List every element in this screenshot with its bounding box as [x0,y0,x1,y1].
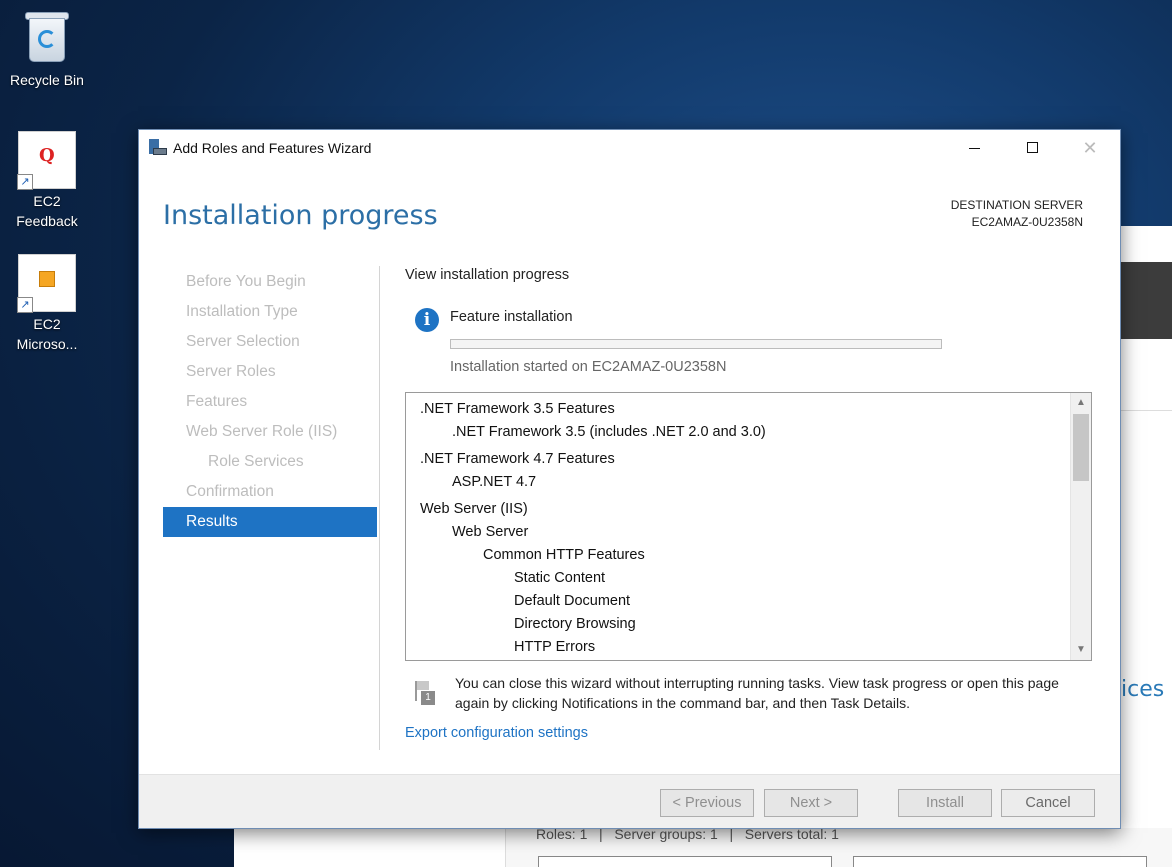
installation-progress-bar [450,339,942,349]
feature-list-item: Web Server (IIS) [420,501,528,517]
nav-item-features: Features [186,393,248,410]
close-button[interactable]: ✕ [1061,130,1119,167]
section-subtitle: View installation progress [405,267,570,283]
info-icon: i [415,308,439,332]
nav-item-installation-type: Installation Type [186,303,298,320]
server-manager-icon [149,139,167,157]
feature-list-item: .NET Framework 3.5 (includes .NET 2.0 an… [452,424,766,440]
feature-list-item: .NET Framework 4.7 Features [420,451,615,467]
cancel-button[interactable]: Cancel [1001,789,1095,817]
feature-list-item: .NET Framework 3.5 Features [420,401,615,417]
feature-list-item: Common HTTP Features [483,547,645,563]
desktop-icon-label: EC2 Microso... [16,316,78,352]
nav-item-results[interactable]: Results [163,507,377,537]
minimize-icon [968,148,980,150]
window-title: Add Roles and Features Wizard [173,140,372,156]
desktop-icon-label: EC2 Feedback [16,193,78,229]
shortcut-arrow-icon: ↗ [17,297,33,313]
maximize-button[interactable] [1003,130,1061,167]
notification-flag-icon: 1 [409,679,437,707]
nav-item-web-server-role: Web Server Role (IIS) [186,423,338,440]
desktop-icon-recycle-bin[interactable]: Recycle Bin [2,8,92,90]
previous-button[interactable]: < Previous [660,789,754,817]
nav-item-before-you-begin: Before You Begin [186,273,306,290]
features-list-scrollbar[interactable]: ▲ ▼ [1070,393,1091,660]
note-text: You can close this wizard without interr… [455,675,1059,711]
destination-label: DESTINATION SERVER [950,198,1083,212]
minimize-button[interactable] [945,130,1003,167]
scroll-down-arrow-icon[interactable]: ▼ [1071,640,1091,660]
maximize-icon [1026,141,1038,153]
installation-started-text: Installation started on EC2AMAZ-0U2358N [450,359,727,375]
scroll-up-arrow-icon[interactable]: ▲ [1071,393,1091,413]
ec2-microsoft-app-icon: ↗ [17,254,76,313]
feature-installation-label: Feature installation [450,309,573,325]
feature-list-item: Web Server [452,524,529,540]
server-manager-tile [1120,262,1172,339]
title-bar[interactable]: Add Roles and Features Wizard ✕ [139,130,1120,167]
features-list[interactable]: .NET Framework 3.5 Features .NET Framewor… [405,392,1092,661]
export-configuration-link[interactable]: Export configuration settings [405,725,588,741]
server-manager-tile-frame [538,856,832,867]
destination-server-info: DESTINATION SERVER EC2AMAZ-0U2358N [951,197,1083,231]
feature-list-item: Directory Browsing [514,616,636,632]
nav-divider [379,266,380,750]
close-icon: ✕ [1082,138,1098,158]
feature-list-item: Default Document [514,593,631,609]
server-manager-tile-frame [853,856,1147,867]
nav-item-server-roles: Server Roles [186,363,276,380]
feature-list-item: Static Content [514,570,606,586]
desktop-icon-ec2-microsoft[interactable]: ↗ EC2 Microso... [2,254,92,354]
main-content: View installation progress i Feature ins… [405,267,1095,741]
nav-item-role-services: Role Services [208,453,304,470]
scrollbar-thumb[interactable] [1073,414,1089,481]
desktop-icon-ec2-feedback[interactable]: Q ↗ EC2 Feedback [2,131,92,231]
shortcut-arrow-icon: ↗ [17,174,33,190]
page-title: Installation progress [163,200,438,231]
feature-list-item: ASP.NET 4.7 [452,474,537,490]
ec2-feedback-app-icon: Q ↗ [17,131,76,190]
desktop-icon-label: Recycle Bin [10,72,84,88]
nav-item-confirmation: Confirmation [186,483,274,500]
recycle-bin-icon [25,8,69,64]
destination-server-name: EC2AMAZ-0U2358N [971,215,1083,229]
nav-item-server-selection: Server Selection [186,333,300,350]
dialog-footer: < Previous Next > Install Cancel [139,774,1120,828]
feature-list-item: HTTP Errors [514,639,596,655]
wizard-nav: Before You Begin Installation Type Serve… [163,267,377,537]
add-roles-wizard-dialog: Add Roles and Features Wizard ✕ Installa… [138,129,1121,829]
next-button[interactable]: Next > [764,789,858,817]
install-button[interactable]: Install [898,789,992,817]
